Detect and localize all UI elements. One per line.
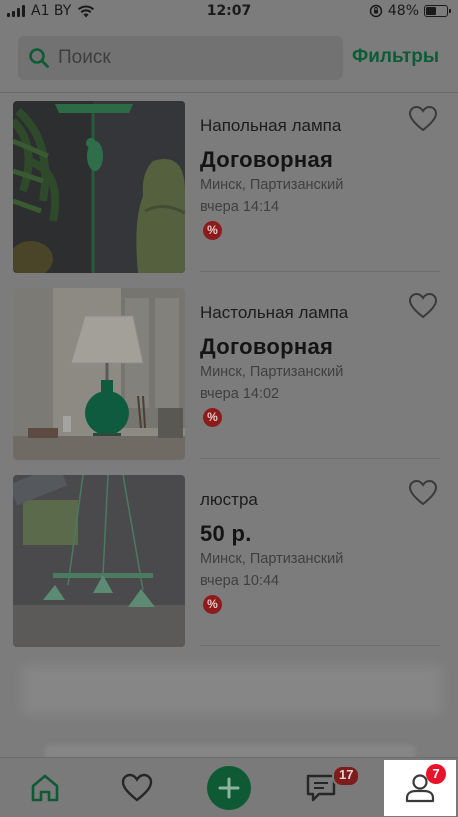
tab-add[interactable] xyxy=(204,758,254,817)
listing-price: 50 р. xyxy=(200,521,252,546)
heart-outline-icon[interactable] xyxy=(408,105,438,133)
listing-photo[interactable] xyxy=(13,288,185,460)
loading-placeholder xyxy=(22,665,442,715)
home-icon xyxy=(31,774,59,802)
listing-location: Минск, Партизанский xyxy=(200,551,344,567)
tab-messages[interactable]: 17 xyxy=(296,758,361,817)
profile-count-badge: 7 xyxy=(426,764,446,784)
battery-fill xyxy=(426,7,436,15)
listing-time: вчера 10:44 xyxy=(200,573,280,589)
listing-time: вчера 14:14 xyxy=(200,199,280,215)
listing-photo[interactable] xyxy=(13,101,185,273)
search-input[interactable] xyxy=(58,47,318,69)
bottom-tab-bar: 17 7 xyxy=(0,757,458,817)
tab-profile[interactable]: 7 xyxy=(384,760,456,816)
battery-percent: 48% xyxy=(387,3,419,19)
floor-lamp-photo xyxy=(13,101,185,273)
discount-badge: % xyxy=(203,221,222,240)
listing-price: Договорная xyxy=(200,147,334,172)
listing-title: Напольная лампа xyxy=(200,116,342,135)
listing-item[interactable]: Настольная лампа Договорная Минск, Парти… xyxy=(0,280,458,467)
status-right: 48% xyxy=(369,3,451,19)
listing-location: Минск, Партизанский xyxy=(200,177,344,193)
heart-icon xyxy=(121,773,153,802)
chandelier-photo xyxy=(13,475,185,647)
orientation-lock-icon xyxy=(369,4,383,18)
plus-icon xyxy=(218,777,240,799)
add-button[interactable] xyxy=(207,766,251,810)
status-bar: A1 BY 12:07 48% xyxy=(0,0,458,24)
listing-item[interactable]: Напольная лампа Договорная Минск, Партиз… xyxy=(0,93,458,280)
search-icon xyxy=(29,48,49,68)
search-bar[interactable] xyxy=(18,36,343,80)
row-divider xyxy=(200,645,440,646)
heart-outline-icon[interactable] xyxy=(408,292,438,320)
listing-title: Настольная лампа xyxy=(200,303,349,322)
listing-price: Договорная xyxy=(200,334,334,359)
discount-badge: % xyxy=(203,408,222,427)
heart-outline-icon[interactable] xyxy=(408,479,438,507)
table-lamp-photo xyxy=(13,288,185,460)
tab-favorites[interactable] xyxy=(112,758,162,817)
messages-count-badge: 17 xyxy=(332,765,361,787)
filters-button[interactable]: Фильтры xyxy=(352,46,439,68)
row-divider xyxy=(200,271,440,272)
discount-badge: % xyxy=(203,595,222,614)
listing-time: вчера 14:02 xyxy=(200,386,280,402)
battery-icon xyxy=(424,5,451,17)
listing-photo[interactable] xyxy=(13,475,185,647)
listing-title: люстра xyxy=(200,490,258,509)
row-divider xyxy=(200,458,440,459)
tab-home[interactable] xyxy=(20,758,70,817)
listing-location: Минск, Партизанский xyxy=(200,364,344,380)
listing-item[interactable]: люстра 50 р. Минск, Партизанский вчера 1… xyxy=(0,467,458,654)
